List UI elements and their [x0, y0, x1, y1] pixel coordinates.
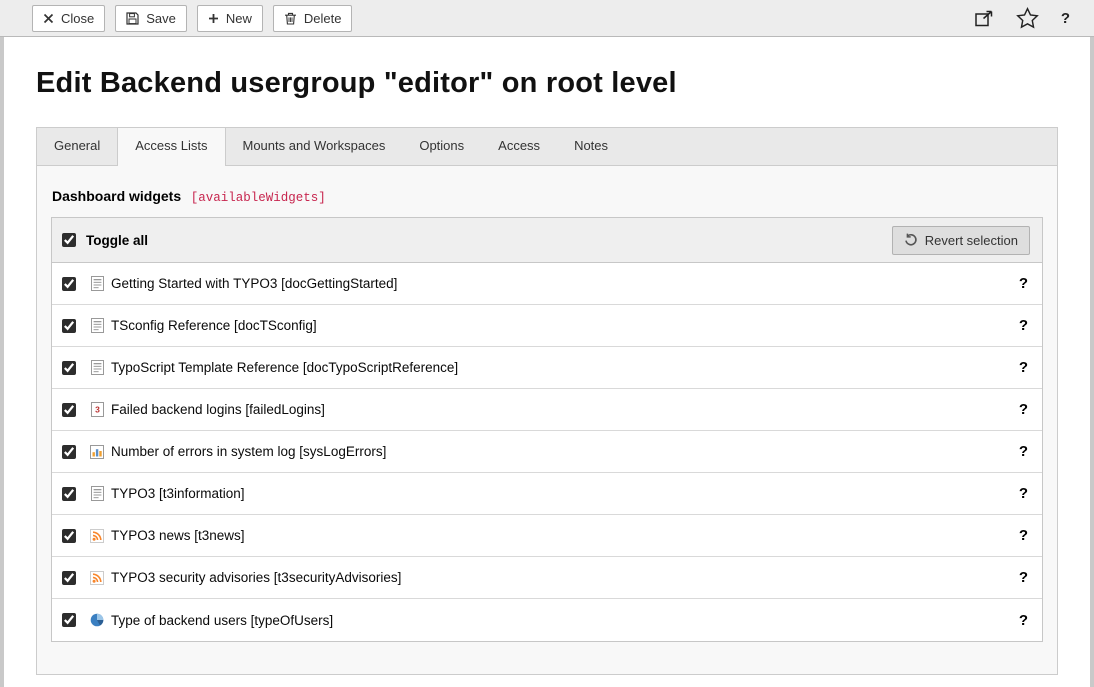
table-body: Getting Started with TYPO3 [docGettingSt… [52, 263, 1042, 641]
widget-checkbox[interactable] [62, 277, 76, 291]
revert-selection-button[interactable]: Revert selection [892, 226, 1030, 255]
access-lists-panel: Dashboard widgets [availableWidgets] Tog… [37, 166, 1057, 674]
widget-row: TYPO3 [t3information]? [52, 473, 1042, 515]
number-widget-icon: 3 [89, 402, 105, 417]
close-button[interactable]: Close [32, 5, 105, 32]
toggle-all-label: Toggle all [86, 233, 148, 248]
app-window: Close Save New Delete ? [0, 0, 1094, 687]
row-help-icon[interactable]: ? [1017, 275, 1030, 292]
document-list-icon [89, 276, 105, 291]
close-button-label: Close [61, 11, 94, 26]
section-field-code: [availableWidgets] [191, 191, 326, 205]
tab-access[interactable]: Access [481, 128, 557, 165]
new-button[interactable]: New [197, 5, 263, 32]
table-header-row: Toggle all Revert selection [52, 218, 1042, 263]
widget-label: TYPO3 news [t3news] [111, 528, 245, 543]
tab-options[interactable]: Options [402, 128, 481, 165]
row-help-icon[interactable]: ? [1017, 359, 1030, 376]
rss-icon [89, 571, 105, 585]
widget-row: Type of backend users [typeOfUsers]? [52, 599, 1042, 641]
widget-checkbox[interactable] [62, 445, 76, 459]
widget-label: TypoScript Template Reference [docTypoSc… [111, 360, 458, 375]
widget-row: TSconfig Reference [docTSconfig]? [52, 305, 1042, 347]
help-icon: ? [1061, 10, 1070, 27]
widget-label: Failed backend logins [failedLogins] [111, 402, 325, 417]
tab-access-lists[interactable]: Access Lists [117, 128, 225, 166]
section-label: Dashboard widgets [availableWidgets] [52, 188, 1043, 205]
row-help-icon[interactable]: ? [1017, 527, 1030, 544]
close-icon [43, 13, 54, 24]
tab-container: GeneralAccess ListsMounts and Workspaces… [36, 127, 1058, 675]
widget-row: 3 Failed backend logins [failedLogins]? [52, 389, 1042, 431]
bookmark-star-icon [1016, 7, 1039, 29]
revert-selection-label: Revert selection [925, 233, 1018, 248]
tab-bar: GeneralAccess ListsMounts and Workspaces… [37, 128, 1057, 166]
tab-general[interactable]: General [37, 128, 117, 165]
widget-label: TYPO3 [t3information] [111, 486, 245, 501]
new-icon [208, 13, 219, 24]
doc-header-actions: ? [973, 5, 1072, 31]
widget-checkbox[interactable] [62, 529, 76, 543]
tab-notes[interactable]: Notes [557, 128, 625, 165]
row-help-icon[interactable]: ? [1017, 612, 1030, 629]
section-title: Dashboard widgets [52, 188, 181, 204]
rss-icon [89, 529, 105, 543]
doc-header: Close Save New Delete ? [0, 0, 1094, 37]
svg-text:3: 3 [95, 405, 100, 415]
widget-checkbox[interactable] [62, 613, 76, 627]
toggle-all-checkbox[interactable] [62, 233, 76, 247]
widget-checkbox[interactable] [62, 403, 76, 417]
widget-row: Getting Started with TYPO3 [docGettingSt… [52, 263, 1042, 305]
widget-checkbox[interactable] [62, 361, 76, 375]
widget-selection-table: Toggle all Revert selection Getting Star… [51, 217, 1043, 642]
save-icon [126, 12, 139, 25]
row-help-icon[interactable]: ? [1017, 485, 1030, 502]
document-list-icon [89, 486, 105, 501]
widget-label: TYPO3 security advisories [t3securityAdv… [111, 570, 401, 585]
row-help-icon[interactable]: ? [1017, 401, 1030, 418]
module-body: Edit Backend usergroup "editor" on root … [4, 37, 1090, 687]
save-button[interactable]: Save [115, 5, 187, 32]
pie-chart-icon [89, 613, 105, 627]
revert-icon [904, 233, 918, 247]
widget-row: TypoScript Template Reference [docTypoSc… [52, 347, 1042, 389]
widget-row: TYPO3 news [t3news]? [52, 515, 1042, 557]
document-list-icon [89, 318, 105, 333]
widget-label: Getting Started with TYPO3 [docGettingSt… [111, 276, 397, 291]
row-help-icon[interactable]: ? [1017, 569, 1030, 586]
tab-mounts-and-workspaces[interactable]: Mounts and Workspaces [226, 128, 403, 165]
widget-row: TYPO3 security advisories [t3securityAdv… [52, 557, 1042, 599]
save-button-label: Save [146, 11, 176, 26]
widget-label: Type of backend users [typeOfUsers] [111, 613, 333, 628]
doc-header-buttons: Close Save New Delete [32, 5, 352, 32]
widget-label: Number of errors in system log [sysLogEr… [111, 444, 386, 459]
document-list-icon [89, 360, 105, 375]
row-help-icon[interactable]: ? [1017, 317, 1030, 334]
widget-label: TSconfig Reference [docTSconfig] [111, 318, 317, 333]
delete-button-label: Delete [304, 11, 342, 26]
bookmark-button[interactable] [1014, 5, 1041, 31]
bar-chart-icon [89, 445, 105, 459]
widget-checkbox[interactable] [62, 571, 76, 585]
new-button-label: New [226, 11, 252, 26]
page-title: Edit Backend usergroup "editor" on root … [36, 67, 1058, 100]
delete-button[interactable]: Delete [273, 5, 353, 32]
row-help-icon[interactable]: ? [1017, 443, 1030, 460]
help-button[interactable]: ? [1059, 8, 1072, 29]
widget-row: Number of errors in system log [sysLogEr… [52, 431, 1042, 473]
widget-checkbox[interactable] [62, 487, 76, 501]
delete-icon [284, 12, 297, 25]
open-new-window-icon [975, 10, 994, 27]
widget-checkbox[interactable] [62, 319, 76, 333]
open-new-window-button[interactable] [973, 8, 996, 29]
